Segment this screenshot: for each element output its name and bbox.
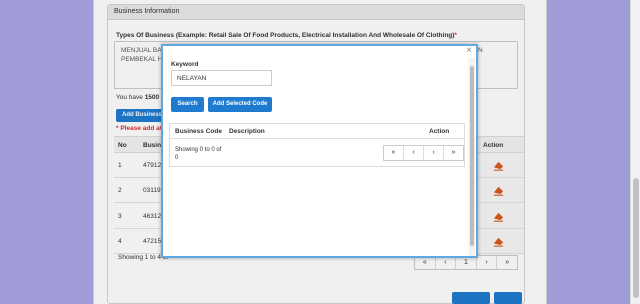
add-selected-code-button[interactable]: Add Selected Code <box>208 97 272 112</box>
search-results-table: Business Code Description Action Showing… <box>169 123 465 167</box>
results-table-header: Business Code Description Action <box>170 124 464 139</box>
header-action: Action <box>429 128 450 135</box>
previous-page-button[interactable]: ‹ <box>404 146 424 160</box>
modal-scrollbar-thumb[interactable] <box>470 66 474 246</box>
results-showing-line2: 0 <box>175 155 179 161</box>
close-icon[interactable]: × <box>464 46 474 56</box>
first-page-button[interactable]: « <box>384 146 404 160</box>
keyword-input[interactable] <box>171 70 272 86</box>
search-button[interactable]: Search <box>171 97 204 112</box>
results-showing: Showing 0 to 0 of 0 <box>175 146 235 162</box>
header-business-code: Business Code <box>175 128 222 135</box>
business-code-search-modal: × Keyword Search Add Selected Code Busin… <box>161 44 478 258</box>
last-page-button[interactable]: » <box>444 146 463 160</box>
results-pagination: « ‹ › » <box>383 145 464 161</box>
results-showing-line1: Showing 0 to 0 of <box>175 147 222 153</box>
page-scrollbar[interactable] <box>630 0 640 304</box>
header-description: Description <box>229 128 265 135</box>
next-page-button[interactable]: › <box>424 146 444 160</box>
page-scrollbar-thumb[interactable] <box>633 178 639 298</box>
modal-scrollbar[interactable] <box>469 58 475 256</box>
keyword-label: Keyword <box>171 61 199 68</box>
